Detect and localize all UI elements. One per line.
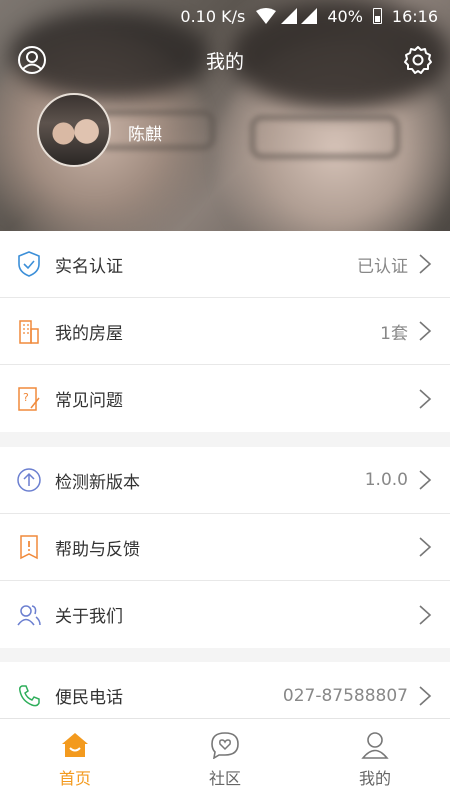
chevron-right-icon — [419, 685, 432, 706]
menu-value: 已认证 — [357, 256, 408, 277]
upload-arrow-icon — [16, 467, 42, 493]
signal-icon-2 — [301, 8, 318, 24]
battery-percent: 40% — [327, 6, 363, 26]
profile-header: 0.10 K/s 40% 16:16 我的 陈麒 — [0, 0, 450, 231]
menu-label: 检测新版本 — [55, 472, 140, 493]
menu-label: 我的房屋 — [55, 323, 123, 344]
chevron-right-icon — [419, 321, 432, 341]
signal-icon — [281, 8, 298, 24]
wifi-icon — [256, 8, 277, 24]
menu-label: 帮助与反馈 — [55, 539, 140, 560]
users-icon — [16, 602, 42, 628]
menu-label: 常见问题 — [55, 391, 123, 411]
chevron-right-icon — [419, 254, 432, 274]
chevron-right-icon — [419, 388, 432, 409]
building-icon — [16, 318, 42, 344]
feedback-icon — [16, 534, 42, 560]
question-doc-icon: ? — [16, 386, 42, 412]
chevron-right-icon — [419, 470, 432, 490]
menu-value: 1套 — [380, 323, 408, 344]
menu-label: 实名认证 — [55, 256, 123, 277]
chevron-right-icon — [419, 537, 432, 557]
title-bar: 我的 — [0, 40, 450, 80]
menu-item-about-us[interactable]: 关于我们 — [0, 581, 450, 648]
home-icon — [62, 732, 88, 757]
username: 陈麒 — [128, 125, 162, 145]
svg-text:?: ? — [23, 391, 29, 404]
status-bar: 0.10 K/s 40% 16:16 — [0, 0, 450, 32]
tab-community[interactable]: 社区 — [150, 719, 300, 800]
tab-label: 首页 — [58, 768, 91, 788]
bottom-tab-bar: 首页 社区 我的 — [0, 718, 450, 800]
contact-menu: 便民电话 027-87588807 — [0, 662, 450, 718]
shield-check-icon — [16, 251, 42, 277]
menu-item-my-house[interactable]: 我的房屋 1套 — [0, 298, 450, 365]
clock: 16:16 — [391, 6, 438, 26]
menu-label: 便民电话 — [55, 688, 123, 708]
tab-label: 我的 — [358, 768, 391, 788]
chat-heart-icon — [211, 731, 239, 759]
avatar[interactable] — [37, 93, 111, 167]
menu-value: 1.0.0 — [364, 470, 408, 490]
chevron-right-icon — [419, 604, 432, 625]
person-icon — [361, 731, 389, 759]
phone-icon — [16, 683, 42, 709]
signal-icons — [255, 8, 318, 24]
menu-item-help-feedback[interactable]: 帮助与反馈 — [0, 514, 450, 581]
tab-mine[interactable]: 我的 — [300, 719, 450, 800]
header-background-detail-2 — [250, 115, 400, 159]
network-speed: 0.10 K/s — [180, 6, 246, 26]
menu-item-faq[interactable]: ? 常见问题 — [0, 365, 450, 432]
gear-icon[interactable] — [402, 44, 434, 76]
menu-item-check-version[interactable]: 检测新版本 1.0.0 — [0, 447, 450, 514]
menu-value: 027-87588807 — [282, 685, 408, 706]
menu-item-real-name[interactable]: 实名认证 已认证 — [0, 231, 450, 298]
app-menu: 检测新版本 1.0.0 帮助与反馈 关于我们 — [0, 447, 450, 648]
account-menu: 实名认证 已认证 我的房屋 1套 ? 常见问题 — [0, 231, 450, 432]
battery-icon — [372, 8, 382, 24]
tab-home[interactable]: 首页 — [0, 719, 150, 800]
menu-label: 关于我们 — [55, 607, 123, 627]
page-title: 我的 — [205, 50, 244, 73]
user-circle-icon[interactable] — [16, 44, 48, 76]
tab-label: 社区 — [208, 768, 241, 788]
menu-item-service-phone[interactable]: 便民电话 027-87588807 — [0, 662, 450, 718]
